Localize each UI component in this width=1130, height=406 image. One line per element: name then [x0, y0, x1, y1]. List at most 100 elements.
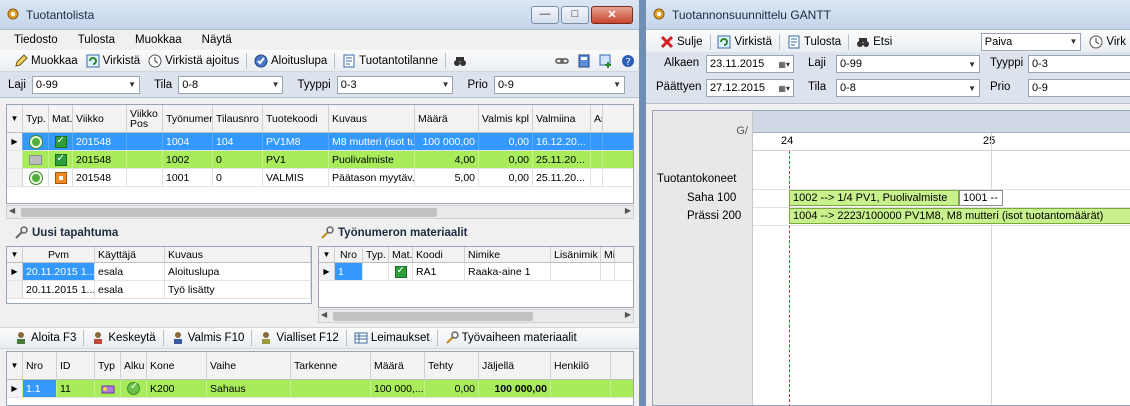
calculator-button[interactable]: [573, 51, 595, 71]
refresh-button[interactable]: Virkistä: [82, 51, 145, 71]
edit-button[interactable]: Muokkaa: [10, 51, 82, 71]
gantt-bar-1004[interactable]: 1004 --> 2223/100000 PV1M8, M8 mutteri (…: [789, 208, 1130, 224]
filter-icon[interactable]: ▼: [7, 105, 23, 132]
help-button[interactable]: ?: [617, 51, 639, 71]
col-valmis-kpl[interactable]: Valmis kpl: [479, 105, 533, 132]
title-bar[interactable]: Tuotannonsuunnittelu GANTT: [646, 0, 1130, 30]
col-typ[interactable]: Typ: [95, 352, 121, 379]
table-row[interactable]: ▶ 20.11.2015 1... esala Aloituslupa: [7, 263, 311, 281]
col-nro[interactable]: Nro: [335, 247, 363, 262]
finish-f10-button[interactable]: Valmis F10: [167, 328, 249, 348]
filter-icon[interactable]: ▼: [319, 247, 335, 262]
col-lisanimike[interactable]: Lisänimik: [551, 247, 601, 262]
tila-select[interactable]: 0-8 ▼: [178, 75, 284, 94]
col-kayttaja[interactable]: Käyttäjä: [95, 247, 165, 262]
materials-horizontal-scrollbar[interactable]: ◀ ▶: [318, 309, 634, 323]
list-horizontal-scrollbar[interactable]: ◀ ▶: [6, 205, 634, 219]
link-button[interactable]: [551, 51, 573, 71]
col-viikko[interactable]: Viikko: [73, 105, 127, 132]
start-permit-button[interactable]: Aloituslupa: [250, 51, 331, 71]
machine-prassi-200[interactable]: Prässi 200: [687, 207, 741, 225]
table-row[interactable]: 20.11.2015 1... esala Työ lisätty: [7, 281, 311, 299]
close-button[interactable]: ✕: [591, 6, 633, 24]
table-row[interactable]: ▶ 1.1 11 K200 Sahaus 100 000,... 0,00 10…: [7, 380, 633, 398]
col-mat[interactable]: Mat.: [49, 105, 73, 132]
col-typ[interactable]: Typ.: [363, 247, 389, 262]
tila-select[interactable]: 0-8 ▼: [836, 79, 980, 97]
col-as[interactable]: As: [591, 105, 603, 132]
scroll-thumb[interactable]: [21, 208, 437, 217]
find-button[interactable]: [449, 51, 471, 71]
laji-select[interactable]: 0-99 ▼: [836, 55, 980, 73]
refresh-right-button[interactable]: Virk: [1085, 32, 1130, 52]
col-jaljella[interactable]: Jäljellä: [479, 352, 551, 379]
col-nimike[interactable]: Nimike: [465, 247, 551, 262]
col-alku[interactable]: Alku: [121, 352, 147, 379]
tyyppi-select[interactable]: 0-3: [1028, 55, 1130, 73]
title-bar[interactable]: Tuotantolista — □ ✕: [0, 0, 639, 30]
col-maara[interactable]: Määrä: [415, 105, 479, 132]
col-mat[interactable]: Mat.: [389, 247, 413, 262]
col-tyonumero[interactable]: Työnumero: [163, 105, 213, 132]
time-scale-select[interactable]: Paiva ▼: [980, 32, 1082, 51]
refresh-schedule-button[interactable]: Virkistä ajoitus: [144, 51, 243, 71]
prio-select[interactable]: 0-9: [1028, 79, 1130, 97]
col-typ[interactable]: Typ.: [23, 105, 49, 132]
col-pvm[interactable]: Pvm: [23, 247, 95, 262]
production-status-button[interactable]: Tuotantotilanne: [338, 51, 442, 71]
scroll-left-icon[interactable]: ◀: [9, 206, 15, 215]
add-document-button[interactable]: [595, 51, 617, 71]
menu-tulosta[interactable]: Tulosta: [78, 34, 115, 46]
menu-muokkaa[interactable]: Muokkaa: [135, 34, 182, 46]
table-row[interactable]: ▶ 201548 1004 104 PV1M8 M8 mutteri (isot…: [7, 133, 633, 151]
find-button[interactable]: Etsi: [852, 32, 896, 52]
col-id[interactable]: ID: [57, 352, 95, 379]
col-maara[interactable]: Määrä: [371, 352, 425, 379]
scroll-right-icon[interactable]: ▶: [625, 310, 631, 319]
col-kuvaus[interactable]: Kuvaus: [165, 247, 311, 262]
paattyen-date-picker[interactable]: 27.12.2015 ▦▾: [706, 79, 794, 97]
col-tilausnro[interactable]: Tilausnro: [213, 105, 263, 132]
col-tarkenne[interactable]: Tarkenne: [291, 352, 371, 379]
gantt-bar-1001[interactable]: 1001 --: [959, 190, 1003, 206]
scroll-left-icon[interactable]: ◀: [321, 310, 327, 319]
stamps-button[interactable]: Leimaukset: [350, 328, 434, 348]
menu-tiedosto[interactable]: Tiedosto: [14, 34, 58, 46]
filter-icon[interactable]: ▼: [7, 352, 23, 379]
table-row[interactable]: 201548 1002 0 PV1 Puolivalmiste 4,00 0,0…: [7, 151, 633, 169]
menu-nayta[interactable]: Näytä: [202, 34, 232, 46]
prio-select[interactable]: 0-9 ▼: [493, 75, 625, 94]
col-tehty[interactable]: Tehty: [425, 352, 479, 379]
machine-saha-100[interactable]: Saha 100: [687, 189, 736, 207]
alkaen-date-picker[interactable]: 23.11.2015 ▦▾: [706, 55, 794, 73]
col-nro[interactable]: Nro: [23, 352, 57, 379]
minimize-button[interactable]: —: [531, 6, 559, 24]
filter-icon[interactable]: ▼: [7, 247, 23, 262]
col-vaihe[interactable]: Vaihe: [207, 352, 291, 379]
col-tuotekoodi[interactable]: Tuotekoodi: [263, 105, 329, 132]
start-f3-button[interactable]: Aloita F3: [10, 328, 80, 348]
pause-button[interactable]: Keskeytä: [87, 328, 159, 348]
print-button[interactable]: Tulosta: [783, 32, 845, 52]
scroll-right-icon[interactable]: ▶: [625, 206, 631, 215]
toolbar-separator: [709, 33, 711, 50]
col-mit[interactable]: Mit: [601, 247, 615, 262]
col-kone[interactable]: Kone: [147, 352, 207, 379]
col-valmiina[interactable]: Valmiina: [533, 105, 591, 132]
phase-materials-button[interactable]: Työvaiheen materiaalit: [441, 328, 581, 348]
gantt-bar-1002[interactable]: 1002 --> 1/4 PV1, Puolivalmiste: [789, 190, 959, 206]
table-row[interactable]: 201548 1001 0 VALMIS Päätason myytäv... …: [7, 169, 633, 187]
laji-select[interactable]: 0-99 ▼: [31, 75, 141, 94]
col-kuvaus[interactable]: Kuvaus: [329, 105, 415, 132]
close-gantt-button[interactable]: Sulje: [656, 32, 707, 52]
col-henkilo[interactable]: Henkilö: [551, 352, 611, 379]
maximize-button[interactable]: □: [561, 6, 589, 24]
laji-label: Laji: [808, 57, 826, 69]
defects-f12-button[interactable]: Vialliset F12: [255, 328, 342, 348]
table-row[interactable]: ▶ 1 RA1 Raaka-aine 1: [319, 263, 633, 281]
col-koodi[interactable]: Koodi: [413, 247, 465, 262]
tyyppi-select[interactable]: 0-3 ▼: [336, 75, 454, 94]
refresh-button[interactable]: Virkistä: [713, 32, 776, 52]
scroll-thumb[interactable]: [333, 312, 533, 321]
col-viikko-pos[interactable]: Viikko Pos: [127, 105, 163, 132]
